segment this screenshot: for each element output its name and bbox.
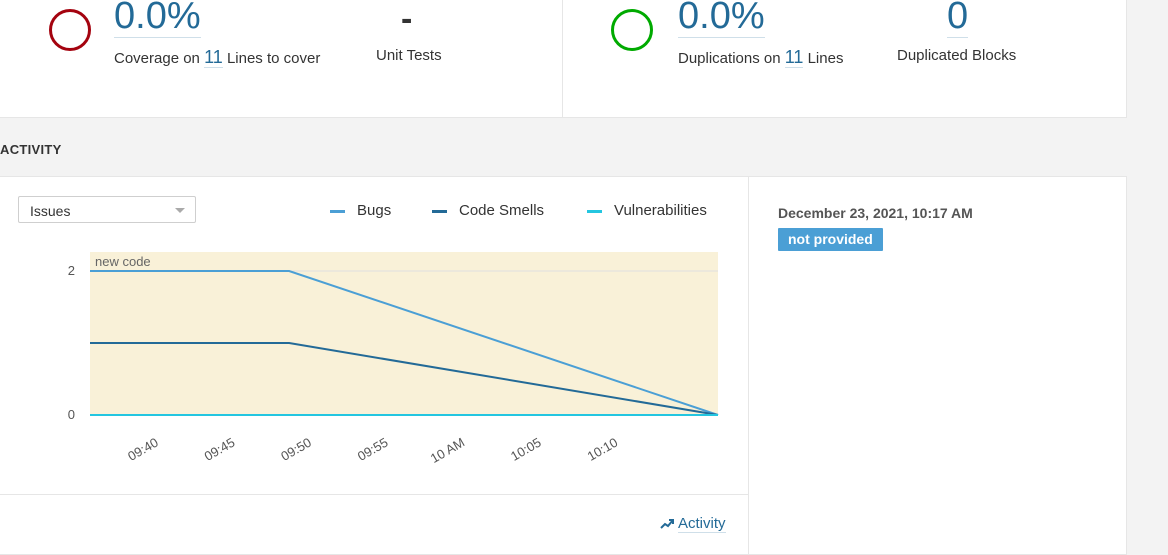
unit-tests-label: Unit Tests [376,47,442,64]
version-badge: not provided [778,228,883,251]
duplications-ring-icon [611,9,653,51]
x-tick-label: 09:40 [125,435,161,464]
x-tick-label: 10 AM [428,435,467,466]
duplicated-blocks-link[interactable]: 0 [947,0,969,38]
coverage-value-link[interactable]: 0.0% [114,0,201,38]
analysis-history-panel: December 23, 2021, 10:17 AM not provided [749,176,1127,555]
activity-link-label[interactable]: Activity [678,515,726,533]
issues-chart: new code 0 2 09:40 09:45 09:50 09:55 10 AM 10:05… [68,252,719,466]
x-tick-label: 09:45 [202,435,238,464]
coverage-label-suffix: Lines to cover [226,50,321,67]
coverage-ring-icon [49,9,91,51]
activity-link[interactable]: Activity [660,515,726,533]
duplicated-blocks-value[interactable]: 0 [947,0,969,38]
coverage-lines-link[interactable]: 11 [204,47,223,68]
x-tick-label: 10:10 [585,435,621,464]
analysis-date: December 23, 2021, 10:17 AM [778,205,973,221]
y-tick-label: 2 [68,263,75,278]
activity-chart-panel: Issues Bugs Code Smells Vulnerabilities … [0,176,749,555]
unit-tests-value: - [401,0,413,38]
x-tick-label: 09:55 [355,435,391,464]
coverage-label-prefix: Coverage on [114,50,200,67]
new-code-label: new code [95,254,151,269]
coverage-panel: 0.0% Coverage on 11 Lines to cover - Uni… [0,0,563,118]
new-code-area [90,252,718,415]
duplications-label-suffix: Lines [807,50,844,67]
y-tick-label: 0 [68,407,75,422]
coverage-value[interactable]: 0.0% [114,0,201,38]
coverage-label: Coverage on 11 Lines to cover [114,47,320,68]
x-tick-label: 09:50 [278,435,314,464]
divider [0,494,748,495]
activity-section-title: ACTIVITY [0,142,62,157]
x-tick-label: 10:05 [508,435,544,464]
duplications-value-link[interactable]: 0.0% [678,0,765,38]
duplications-lines-link[interactable]: 11 [784,47,804,68]
duplicated-blocks-label: Duplicated Blocks [897,47,1017,64]
duplications-value[interactable]: 0.0% [678,0,765,38]
duplications-label: Duplications on 11 Lines [678,47,843,68]
trend-icon [660,519,674,529]
duplications-panel: 0.0% Duplications on 11 Lines 0 Duplicat… [563,0,1127,118]
duplications-label-prefix: Duplications on [678,50,781,67]
